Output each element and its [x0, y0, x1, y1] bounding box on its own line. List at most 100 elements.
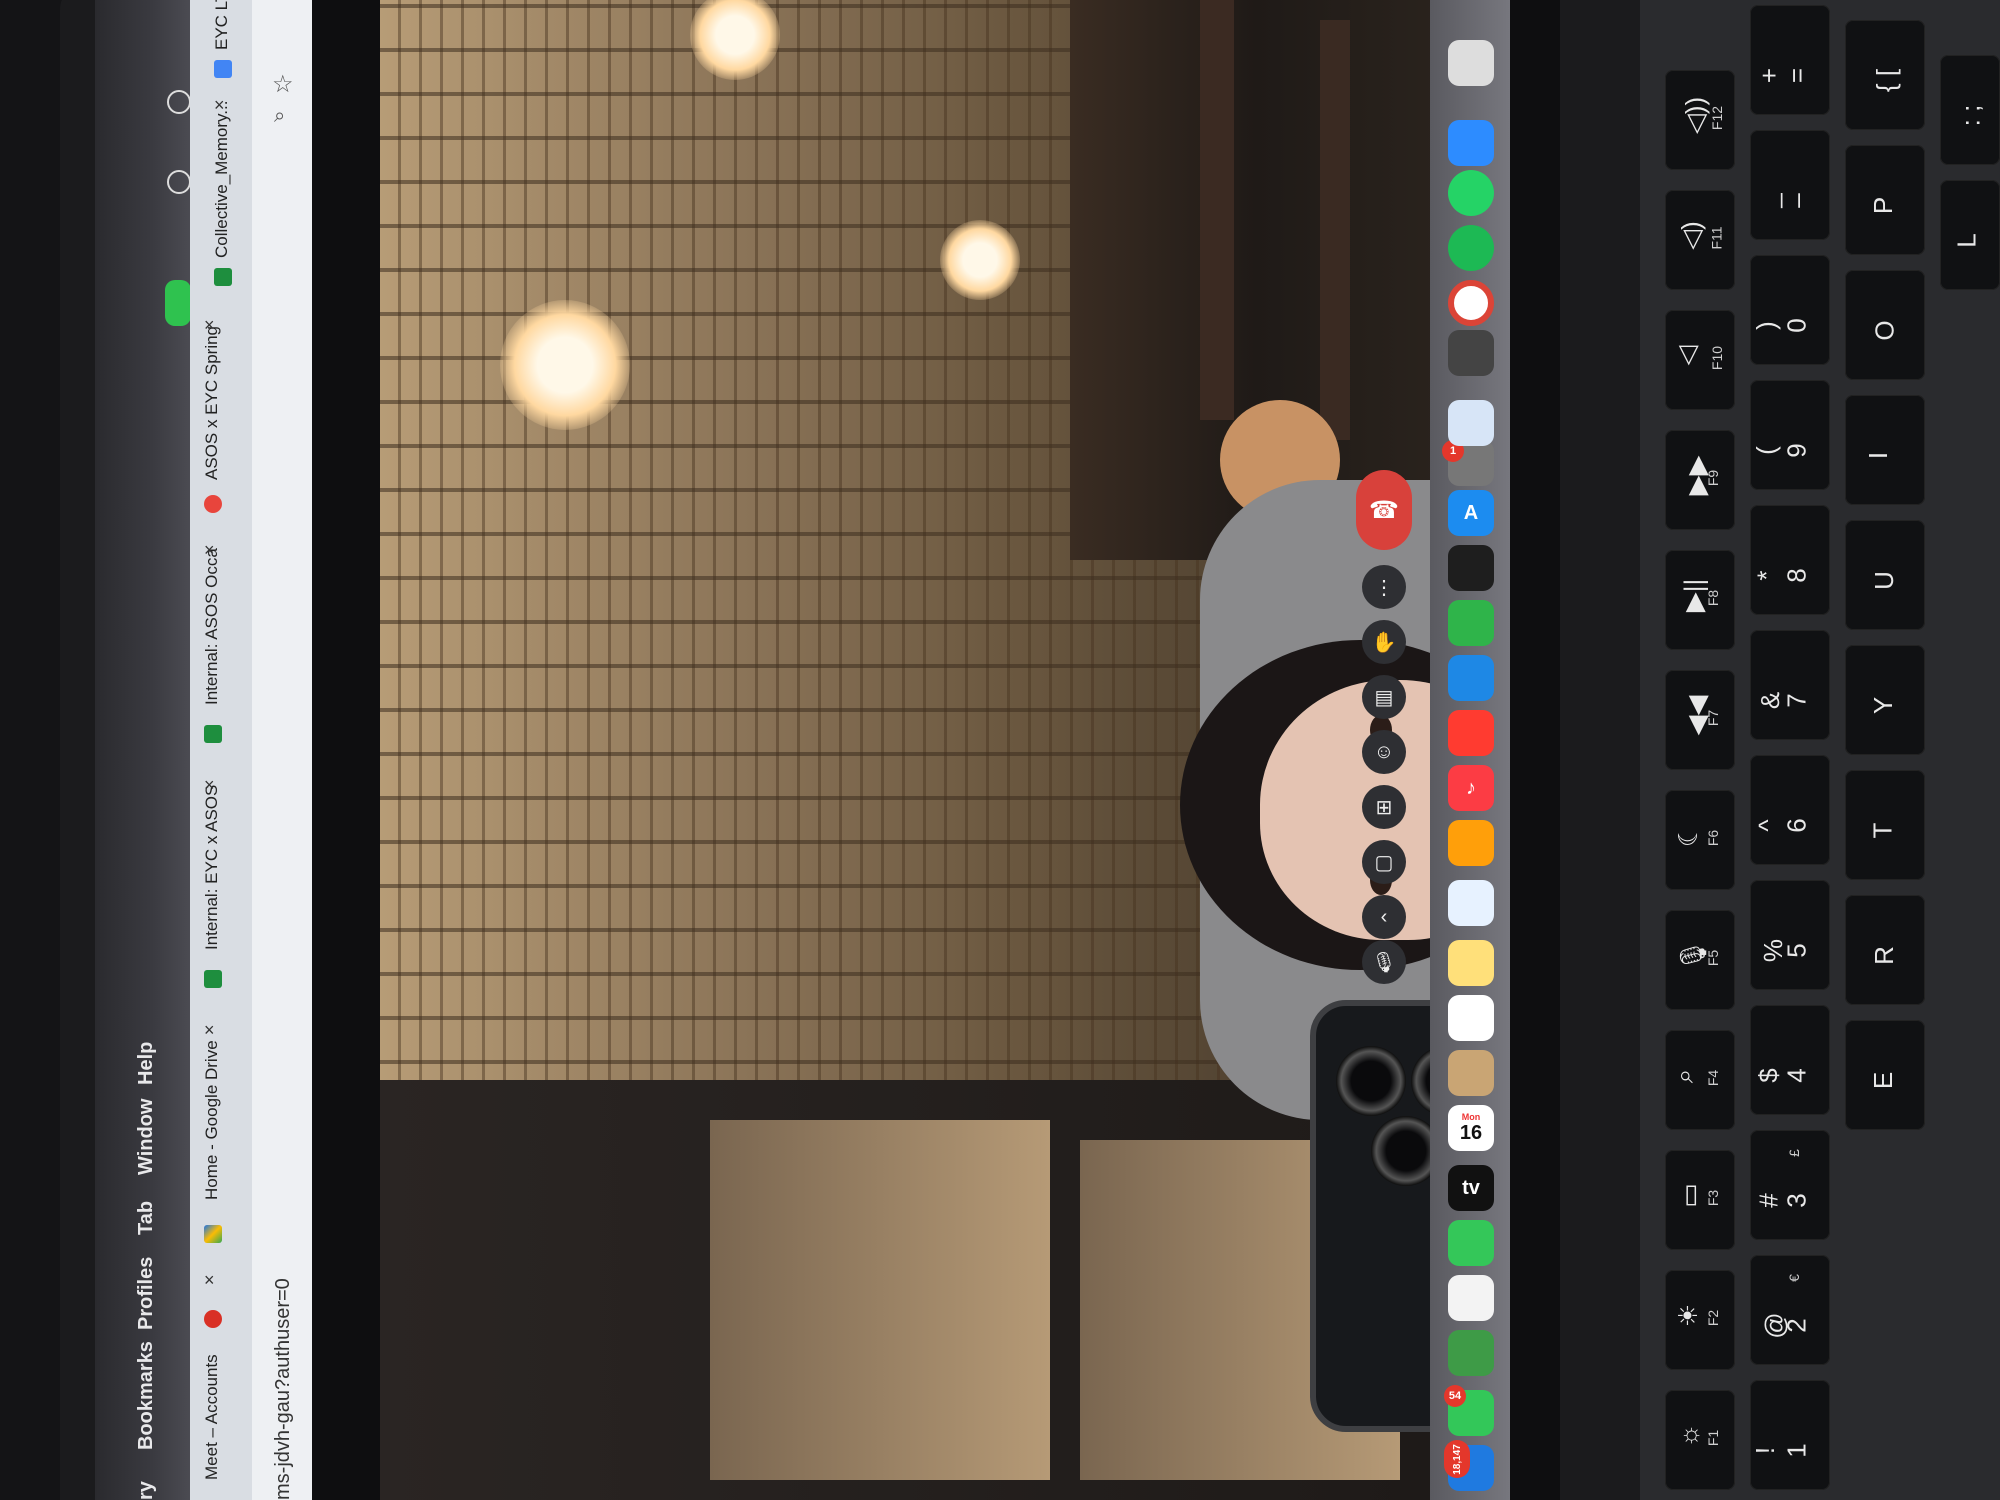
emoji-icon[interactable]: ☺ — [1362, 730, 1406, 774]
calendar-icon[interactable]: Mon 16 — [1448, 1105, 1494, 1151]
function-key-f10[interactable]: ◁ F10 — [1665, 310, 1735, 410]
function-key-f1[interactable]: ☼ F1 — [1665, 1390, 1735, 1490]
close-icon[interactable]: × — [204, 540, 215, 561]
chevron-icon[interactable]: ‹ — [1362, 895, 1406, 939]
key-{[[interactable]: { [ — [1845, 20, 1925, 130]
key-0[interactable]: ) 0 — [1750, 255, 1830, 365]
key-r[interactable]: R — [1845, 895, 1925, 1005]
raise-hand-icon[interactable]: ✋ — [1362, 620, 1406, 664]
key-5[interactable]: % 5 — [1750, 880, 1830, 990]
bookmark-star-icon[interactable]: ☆ — [272, 70, 294, 99]
facetime-icon[interactable] — [1448, 1220, 1494, 1266]
key-y[interactable]: Y — [1845, 645, 1925, 755]
menu-bookmarks[interactable]: Bookmarks — [135, 1341, 158, 1450]
news-icon[interactable] — [1448, 710, 1494, 756]
function-key-f7[interactable]: ◀◀ F7 — [1665, 670, 1735, 770]
camera-lens — [1336, 1046, 1406, 1116]
key-–[interactable]: _ – — [1750, 130, 1830, 240]
close-icon[interactable]: × — [214, 95, 225, 116]
contacts-icon[interactable] — [1448, 1050, 1494, 1096]
key-:;[interactable]: : ; — [1940, 55, 2000, 165]
end-call-button[interactable]: ☎ — [1356, 470, 1412, 550]
status-icon[interactable] — [167, 170, 191, 194]
key-o[interactable]: O — [1845, 270, 1925, 380]
mic-icon[interactable]: 🎙 — [1362, 940, 1406, 984]
key-e[interactable]: E — [1845, 1020, 1925, 1130]
key-l[interactable]: L — [1940, 180, 2000, 290]
function-key-f9[interactable]: ▶▶ F9 — [1665, 430, 1735, 530]
tab-label: ASOS x EYC Spring — [202, 325, 221, 480]
keynote-icon[interactable] — [1448, 655, 1494, 701]
function-key-f4[interactable]: ⌕ F4 — [1665, 1030, 1735, 1130]
maps-icon[interactable] — [1448, 1330, 1494, 1376]
key-t[interactable]: T — [1845, 770, 1925, 880]
apple-tv-icon[interactable]: tv — [1448, 1165, 1494, 1211]
figma-icon[interactable] — [1448, 545, 1494, 591]
more-options-button[interactable]: ⋮ — [1362, 565, 1406, 609]
key-i[interactable]: I — [1845, 395, 1925, 505]
app-store-icon[interactable]: A — [1448, 490, 1494, 536]
recent-apps-folder-icon[interactable] — [1448, 40, 1494, 86]
present-icon[interactable]: ⊞ — [1362, 785, 1406, 829]
menu-history[interactable]: ry — [135, 1481, 158, 1500]
key-u[interactable]: U — [1845, 520, 1925, 630]
status-icon[interactable] — [167, 90, 191, 114]
key-3[interactable]: #3 £ — [1750, 1130, 1830, 1240]
menu-help[interactable]: Help — [135, 1042, 158, 1085]
spotify-icon[interactable] — [1448, 225, 1494, 271]
notes-icon[interactable] — [1448, 940, 1494, 986]
zoom-icon[interactable]: ⌕ — [274, 105, 285, 128]
captions-icon[interactable]: ▤ — [1362, 675, 1406, 719]
function-key-f5[interactable]: 🎙 F5 — [1665, 910, 1735, 1010]
key-6[interactable]: ^ 6 — [1750, 755, 1830, 865]
function-key-f2[interactable]: ☀ F2 — [1665, 1270, 1735, 1370]
menu-profiles[interactable]: Profiles — [135, 1257, 158, 1330]
music-icon[interactable]: ♪ — [1448, 765, 1494, 811]
key-legend: P — [1868, 196, 1899, 215]
key-legend: € — [1785, 1274, 1802, 1282]
key-legend: O — [1869, 320, 1900, 341]
key-4[interactable]: $4 — [1750, 1005, 1830, 1115]
reminders-icon[interactable] — [1448, 995, 1494, 1041]
smartphone — [1310, 1000, 1440, 1432]
menu-tab[interactable]: Tab — [135, 1201, 158, 1235]
calculator-icon[interactable] — [1448, 330, 1494, 376]
key-7[interactable]: & 7 — [1750, 630, 1830, 740]
photos-icon[interactable] — [1448, 1275, 1494, 1321]
zoom-icon[interactable] — [1448, 120, 1494, 166]
close-icon[interactable]: × — [204, 315, 215, 336]
function-key-f3[interactable]: ▭ F3 — [1665, 1150, 1735, 1250]
key-legend: – — [1781, 193, 1812, 208]
facetime-status-icon[interactable] — [165, 280, 191, 326]
key-legend: F7 — [1705, 709, 1722, 727]
key-p[interactable]: P — [1845, 145, 1925, 255]
google-chrome-icon[interactable] — [1448, 280, 1494, 326]
function-key-f12[interactable]: ◁)) F12 — [1665, 70, 1735, 170]
finder-icon[interactable] — [1448, 400, 1494, 446]
whatsapp-icon[interactable] — [1448, 170, 1494, 216]
address-bar[interactable]: ms-jdvh-gau?authuser=0 ☆ ⌕ — [252, 0, 312, 1500]
tab-label: EYC LT — [212, 0, 231, 50]
key-legend: ☼ — [1673, 1423, 1704, 1448]
numbers-icon[interactable] — [1448, 600, 1494, 646]
key-9[interactable]: (9 — [1750, 380, 1830, 490]
key-1[interactable]: ! 1 — [1750, 1380, 1830, 1490]
key-legend: F1 — [1705, 1429, 1722, 1447]
freeform-icon[interactable] — [1448, 880, 1494, 926]
key-legend: 1 — [1781, 1443, 1812, 1458]
key-2[interactable]: @2 € — [1750, 1255, 1830, 1365]
function-key-f6[interactable]: ☾ F6 — [1665, 790, 1735, 890]
key-=[interactable]: + = — [1750, 5, 1830, 115]
key-legend: L — [1951, 233, 1982, 248]
tab-label: Home - Google Drive — [202, 1040, 221, 1200]
pages-icon[interactable] — [1448, 820, 1494, 866]
key-8[interactable]: * 8 — [1750, 505, 1830, 615]
close-icon[interactable]: × — [204, 1020, 215, 1041]
menu-window[interactable]: Window — [135, 1099, 158, 1175]
function-key-f11[interactable]: ◁) F11 — [1665, 190, 1735, 290]
key-legend: 2 — [1781, 1318, 1812, 1333]
close-icon[interactable]: × — [204, 775, 215, 796]
close-icon[interactable]: × — [204, 1270, 215, 1291]
function-key-f8[interactable]: ▶|| F8 — [1665, 550, 1735, 650]
camera-icon[interactable]: ▢ — [1362, 840, 1406, 884]
